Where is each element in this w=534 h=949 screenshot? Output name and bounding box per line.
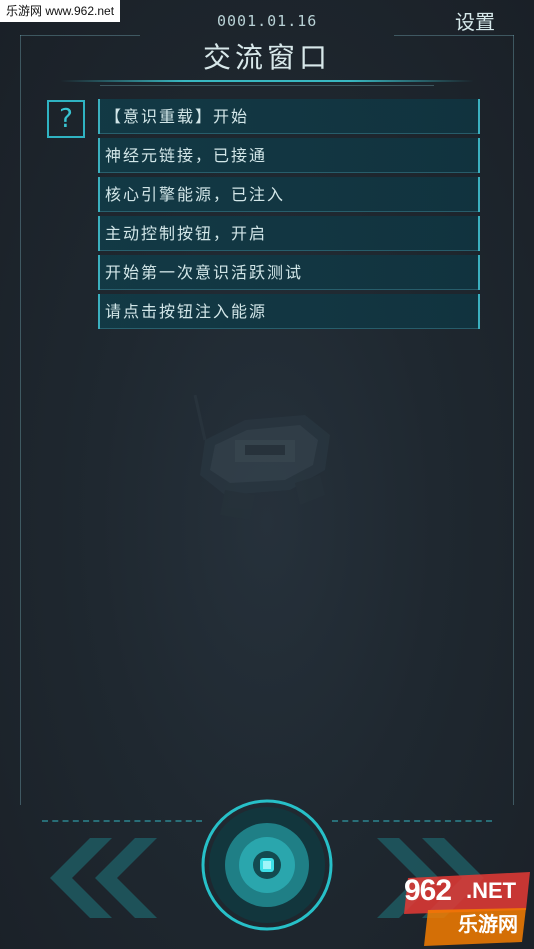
message-list: 【意识重载】开始 神经元链接，已接通 核心引擎能源，已注入 主动控制按钮，开启 … [98, 99, 480, 333]
question-mark-icon: ? [59, 104, 73, 134]
watermark-logo-text: 乐游网 [458, 912, 518, 936]
message-text: 神经元链接，已接通 [105, 146, 268, 165]
watermark-logo-number: 962 [404, 874, 452, 907]
message-row: 开始第一次意识活跃测试 [98, 255, 480, 290]
energy-core-button[interactable] [199, 797, 335, 933]
message-text: 请点击按钮注入能源 [105, 302, 268, 321]
frame-right-edge [513, 35, 514, 805]
settings-button[interactable]: 设置 [455, 6, 495, 35]
message-text: 【意识重载】开始 [105, 107, 250, 126]
help-button[interactable]: ? [47, 100, 85, 138]
message-row: 主动控制按钮，开启 [98, 216, 480, 251]
page-title: 交流窗口 [202, 41, 331, 74]
message-text: 核心引擎能源，已注入 [105, 185, 286, 204]
message-text: 开始第一次意识活跃测试 [105, 263, 304, 282]
double-chevron-left-icon[interactable] [50, 838, 160, 918]
title-underline [60, 80, 474, 82]
bottom-decor-line-right [332, 820, 492, 822]
frame-left-edge [20, 35, 21, 805]
watermark-logo: 962 .NET 乐游网 [398, 870, 534, 949]
game-date: 0001.01.16 [217, 12, 318, 30]
game-screen: 乐游网 www.962.net 0001.01.16 设置 交流窗口 ? 【意识… [0, 0, 534, 949]
title-underline-secondary [100, 85, 434, 86]
message-row: 【意识重载】开始 [98, 99, 480, 134]
message-text: 主动控制按钮，开启 [105, 224, 268, 243]
watermark-site-url: 乐游网 www.962.net [0, 0, 121, 22]
message-row: 核心引擎能源，已注入 [98, 177, 480, 212]
mech-silhouette [193, 395, 330, 520]
watermark-logo-net: .NET [466, 878, 517, 903]
message-row: 神经元链接，已接通 [98, 138, 480, 173]
bottom-decor-line-left [42, 820, 202, 822]
message-row: 请点击按钮注入能源 [98, 294, 480, 329]
